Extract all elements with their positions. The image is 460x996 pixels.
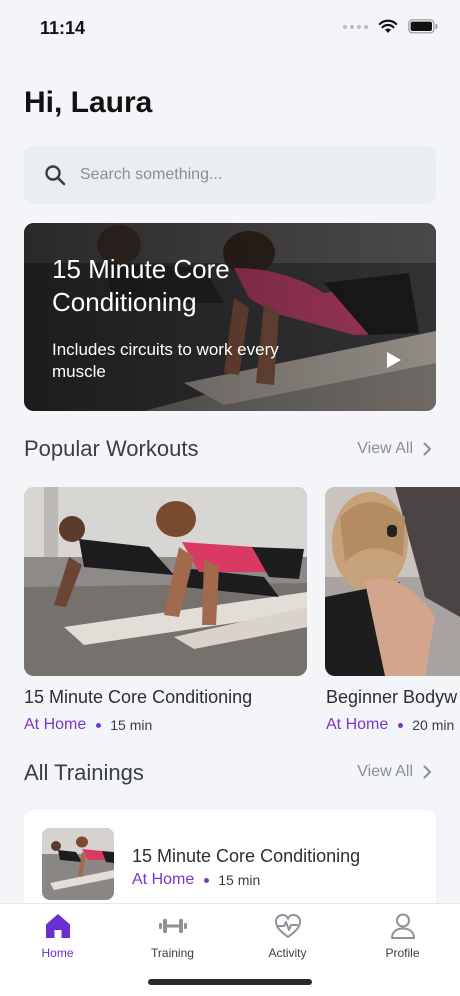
workout-photo xyxy=(325,487,460,676)
tab-label: Training xyxy=(151,946,194,960)
dumbbell-icon xyxy=(158,919,187,933)
view-all-label: View All xyxy=(357,440,413,457)
tab-home[interactable]: Home xyxy=(0,912,115,972)
separator-dot xyxy=(398,722,404,728)
search-bar[interactable] xyxy=(24,146,436,204)
workout-photo xyxy=(24,487,307,676)
status-bar: 11:14 xyxy=(0,0,460,58)
featured-workout-card[interactable]: 15 Minute Core Conditioning Includes cir… xyxy=(24,223,436,411)
user-icon xyxy=(390,913,415,939)
signal-icon xyxy=(343,24,368,29)
tab-label: Profile xyxy=(385,946,420,960)
wifi-icon xyxy=(378,19,398,33)
tab-training[interactable]: Training xyxy=(115,912,230,972)
home-indicator xyxy=(148,979,312,985)
trainings-view-all-link[interactable]: View All xyxy=(357,763,432,781)
workout-duration: 15 min xyxy=(110,717,153,733)
search-input[interactable] xyxy=(80,166,400,184)
chevron-right-icon xyxy=(423,765,431,779)
tab-profile[interactable]: Profile xyxy=(345,912,460,972)
greeting-title: Hi, Laura xyxy=(24,86,153,119)
training-title: 15 Minute Core Conditioning xyxy=(132,846,361,866)
popular-workout-title[interactable]: Beginner Bodyw xyxy=(326,687,457,708)
home-icon xyxy=(45,914,70,938)
featured-workout-subtitle: Includes circuits to work every muscle xyxy=(52,340,279,381)
workout-duration: 20 min xyxy=(412,717,455,733)
training-photo xyxy=(42,828,114,900)
training-location: At Home xyxy=(132,871,195,888)
separator-dot xyxy=(204,877,210,883)
search-icon xyxy=(45,165,66,186)
popular-workout-meta: At Home 15 min xyxy=(24,716,152,734)
tab-activity[interactable]: Activity xyxy=(230,912,345,972)
popular-workout-card-image[interactable] xyxy=(325,487,460,676)
popular-workout-meta: At Home 20 min xyxy=(326,716,454,734)
popular-workouts-title: Popular Workouts xyxy=(24,436,199,461)
training-thumbnail xyxy=(42,828,114,900)
featured-workout-title: 15 Minute Core Conditioning xyxy=(52,254,230,317)
view-all-label: View All xyxy=(357,763,413,780)
workout-location: At Home xyxy=(24,716,87,733)
training-meta: At Home 15 min xyxy=(132,871,260,889)
battery-icon xyxy=(408,19,438,34)
training-duration: 15 min xyxy=(218,872,261,888)
tab-label: Activity xyxy=(268,946,307,960)
tab-label: Home xyxy=(41,946,74,960)
all-trainings-title: All Trainings xyxy=(24,760,144,785)
status-icons xyxy=(343,19,438,34)
chevron-right-icon xyxy=(423,442,431,456)
popular-view-all-link[interactable]: View All xyxy=(357,440,432,458)
status-time: 11:14 xyxy=(40,18,86,38)
separator-dot xyxy=(96,722,102,728)
popular-workout-title[interactable]: 15 Minute Core Conditioning xyxy=(24,687,252,708)
heart-pulse-icon xyxy=(274,913,301,939)
popular-workout-card-image[interactable] xyxy=(24,487,307,676)
play-icon[interactable] xyxy=(386,351,402,369)
workout-location: At Home xyxy=(326,716,389,733)
